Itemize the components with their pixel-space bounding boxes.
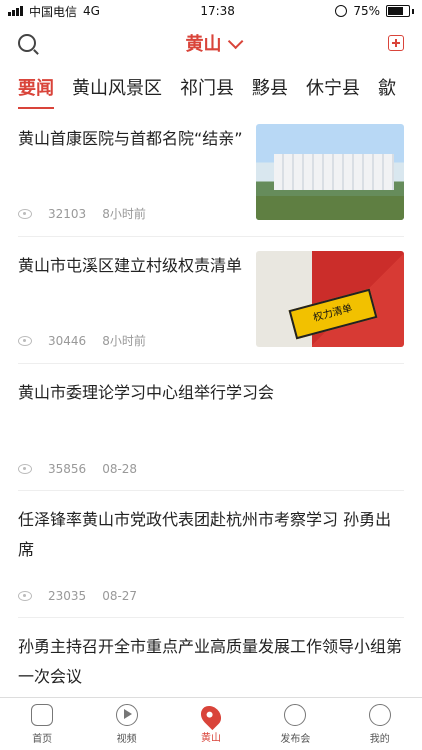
view-count: 30446: [48, 333, 87, 348]
view-count: 32103: [48, 206, 87, 221]
eye-icon: [18, 335, 32, 346]
eye-icon: [18, 591, 32, 601]
news-title: 黄山首康医院与首都名院“结亲”: [18, 129, 243, 148]
publish-time: 08-28: [102, 462, 138, 476]
news-item[interactable]: 孙勇主持召开全市重点产业高质量发展工作领导小组第一次会议: [18, 618, 404, 706]
tab-important[interactable]: 要闻: [18, 64, 54, 109]
tab-she[interactable]: 歙: [378, 64, 396, 100]
battery-percent: 75%: [353, 4, 380, 18]
news-meta: 23035 08-27: [18, 589, 404, 603]
city-selector[interactable]: 黄山: [185, 30, 243, 56]
search-icon[interactable]: [18, 34, 36, 52]
tab-xiuning[interactable]: 休宁县: [306, 64, 360, 100]
news-title: 黄山市屯溪区建立村级权责清单: [18, 256, 243, 275]
bottom-huangshan[interactable]: 黄山: [176, 701, 246, 744]
add-icon[interactable]: [388, 35, 404, 51]
battery-icon: [386, 5, 410, 17]
news-list: 黄山首康医院与首都名院“结亲” 32103 8小时前 黄山市屯溪区建立村级权责清单…: [0, 110, 422, 706]
news-title: 任泽锋率黄山市党政代表团赴杭州市考察学习 孙勇出席: [18, 510, 392, 559]
news-meta: 30446 8小时前: [18, 332, 246, 349]
bottom-conference[interactable]: 发布会: [260, 703, 330, 745]
news-title: 黄山市委理论学习中心组举行学习会: [18, 383, 275, 402]
publish-time: 8小时前: [102, 334, 146, 348]
bottom-tab-bar: 首页 视频 黄山 发布会 我的: [0, 697, 422, 750]
view-count: 35856: [48, 462, 87, 476]
publish-time: 08-27: [102, 589, 138, 603]
power-list-image: [256, 251, 404, 347]
network: 4G: [83, 4, 100, 18]
tab-qimen[interactable]: 祁门县: [180, 64, 234, 100]
bottom-home[interactable]: 首页: [7, 703, 77, 745]
orientation-lock-icon: [335, 5, 348, 17]
profile-icon: [368, 703, 391, 726]
view-count: 23035: [48, 589, 87, 603]
news-item[interactable]: 黄山市屯溪区建立村级权责清单 30446 8小时前: [18, 237, 404, 364]
carrier: 中国电信: [29, 4, 78, 19]
hospital-image: [256, 124, 404, 220]
bottom-mine[interactable]: 我的: [345, 703, 415, 745]
news-meta: 32103 8小时前: [18, 205, 246, 222]
video-icon: [115, 703, 138, 726]
status-bar: 中国电信 4G 17:38 75%: [0, 0, 422, 22]
top-nav: 黄山: [0, 22, 422, 64]
tab-scenic-area[interactable]: 黄山风景区: [72, 64, 162, 100]
conference-icon: [284, 703, 307, 726]
eye-icon: [18, 208, 32, 219]
chevron-down-icon: [227, 33, 243, 49]
news-item[interactable]: 任泽锋率黄山市党政代表团赴杭州市考察学习 孙勇出席 23035 08-27: [18, 491, 404, 618]
eye-icon: [18, 464, 32, 474]
status-right: 75%: [335, 4, 414, 18]
bottom-video[interactable]: 视频: [92, 703, 162, 745]
news-item[interactable]: 黄山首康医院与首都名院“结亲” 32103 8小时前: [18, 110, 404, 237]
publish-time: 8小时前: [102, 207, 146, 221]
category-tabs: 要闻 黄山风景区 祁门县 黟县 休宁县 歙: [0, 64, 422, 110]
status-left: 中国电信 4G: [8, 3, 100, 20]
home-icon: [31, 703, 54, 726]
signal-icon: [8, 6, 23, 16]
news-meta: 35856 08-28: [18, 462, 404, 476]
news-title: 孙勇主持召开全市重点产业高质量发展工作领导小组第一次会议: [18, 637, 403, 686]
tab-yixian[interactable]: 黟县: [252, 64, 288, 100]
location-icon: [196, 701, 226, 730]
city-name: 黄山: [185, 34, 222, 55]
news-item[interactable]: 黄山市委理论学习中心组举行学习会 35856 08-28: [18, 364, 404, 491]
time: 17:38: [200, 4, 235, 18]
